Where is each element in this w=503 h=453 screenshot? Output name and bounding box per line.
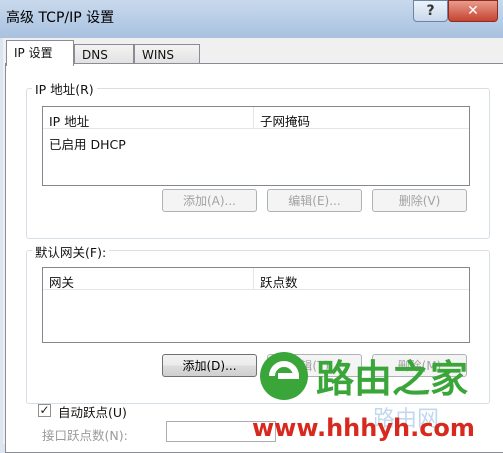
add-ip-button[interactable]: 添加(A)... — [162, 189, 257, 212]
dialog-client: IP 设置 DNS WINS IP 地址(R) IP 地址 子网掩码 已启用 D… — [3, 38, 503, 453]
ip-address-list[interactable]: IP 地址 子网掩码 已启用 DHCP — [42, 106, 470, 186]
title-bar: 高级 TCP/IP 设置 ? ✕ — [0, 0, 503, 38]
ip-list-header: IP 地址 子网掩码 — [43, 107, 469, 129]
auto-metric-checkbox[interactable]: ✓ — [38, 404, 51, 417]
add-gateway-button[interactable]: 添加(D)... — [162, 354, 257, 377]
window-title: 高级 TCP/IP 设置 — [6, 10, 115, 26]
checkmark-icon: ✓ — [39, 403, 50, 417]
column-header-gateway[interactable]: 网关 — [43, 268, 253, 290]
interface-metric-input[interactable] — [166, 421, 276, 442]
ip-value: 已启用 DHCP — [49, 137, 126, 152]
help-button[interactable]: ? — [413, 0, 448, 22]
tab-label: IP 设置 — [14, 46, 53, 60]
delete-ip-button[interactable]: 删除(V) — [372, 189, 467, 212]
help-icon: ? — [426, 3, 435, 19]
gateway-group-label: 默认网关(F): — [32, 242, 110, 261]
interface-metric-label: 接口跃点数(N): — [42, 428, 128, 443]
list-item[interactable]: 已启用 DHCP — [43, 134, 126, 153]
tab-label: DNS — [82, 48, 108, 62]
column-header-metric[interactable]: 跃点数 — [253, 268, 471, 290]
gateway-list[interactable]: 网关 跃点数 — [42, 267, 470, 343]
column-header-ip[interactable]: IP 地址 — [43, 107, 253, 129]
column-header-subnet[interactable]: 子网掩码 — [253, 107, 471, 129]
edit-ip-button[interactable]: 编辑(E)... — [267, 189, 362, 212]
ip-address-group-label: IP 地址(R) — [32, 79, 97, 98]
auto-metric-label: 自动跃点(U) — [58, 405, 127, 420]
tab-ip-settings[interactable]: IP 设置 — [6, 40, 74, 66]
close-icon: ✕ — [467, 3, 479, 19]
close-button[interactable]: ✕ — [448, 0, 498, 22]
gateway-list-header: 网关 跃点数 — [43, 268, 469, 290]
tab-label: WINS — [142, 48, 174, 62]
tab-panel: IP 地址(R) IP 地址 子网掩码 已启用 DHCP 添加(A)... 编辑… — [5, 63, 503, 453]
edit-gateway-button[interactable]: 编辑(T)... — [267, 354, 362, 377]
delete-gateway-button[interactable]: 删除(M) — [372, 354, 467, 377]
